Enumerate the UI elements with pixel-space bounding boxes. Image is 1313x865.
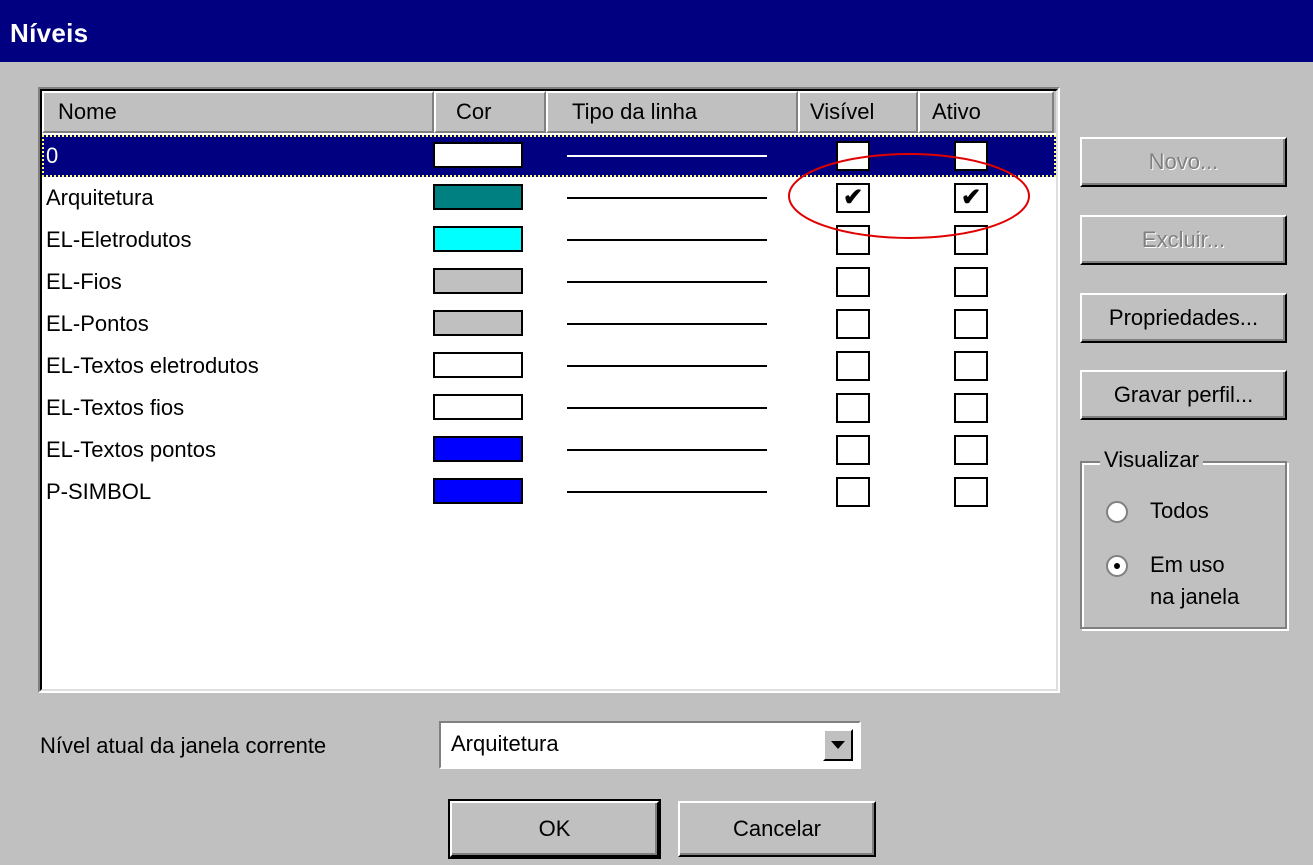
visible-checkbox[interactable]: [836, 351, 870, 381]
column-header-visible[interactable]: Visível: [798, 91, 918, 133]
active-checkbox[interactable]: [954, 435, 988, 465]
level-row[interactable]: EL-Textos pontos: [42, 429, 1056, 471]
level-row[interactable]: P-SIMBOL: [42, 471, 1056, 513]
dropdown-arrow-icon[interactable]: [823, 729, 853, 761]
level-linetype-sample[interactable]: [567, 197, 767, 199]
column-header-active[interactable]: Ativo: [918, 91, 1054, 133]
radio-todos[interactable]: [1106, 501, 1128, 523]
list-header: Nome Cor Tipo da linha Visível Ativo: [42, 91, 1056, 133]
level-color-swatch[interactable]: [433, 268, 523, 294]
window-title: Níveis: [10, 18, 89, 48]
level-name: EL-Textos fios: [46, 395, 185, 420]
level-linetype-sample[interactable]: [567, 491, 767, 493]
new-button[interactable]: Novo...: [1080, 137, 1287, 187]
save-profile-button[interactable]: Gravar perfil...: [1080, 370, 1287, 420]
visible-checkbox[interactable]: [836, 477, 870, 507]
column-header-name[interactable]: Nome: [42, 91, 434, 133]
visible-checkbox[interactable]: [836, 309, 870, 339]
properties-button[interactable]: Propriedades...: [1080, 293, 1287, 343]
level-linetype-sample[interactable]: [567, 407, 767, 409]
active-checkbox[interactable]: [954, 393, 988, 423]
view-group-legend: Visualizar: [1100, 447, 1203, 473]
level-name: EL-Textos pontos: [46, 437, 216, 462]
level-color-swatch[interactable]: [433, 436, 523, 462]
radio-em-uso-label-line1: Em uso: [1150, 552, 1225, 577]
radio-em-uso-label-line2: na janela: [1150, 584, 1240, 609]
level-linetype-sample[interactable]: [567, 365, 767, 367]
visible-checkbox[interactable]: [836, 267, 870, 297]
level-color-swatch[interactable]: [433, 310, 523, 336]
delete-button[interactable]: Excluir...: [1080, 215, 1287, 265]
level-name: Arquitetura: [46, 185, 154, 210]
column-header-linetype[interactable]: Tipo da linha: [546, 91, 798, 133]
active-checkbox[interactable]: [954, 351, 988, 381]
level-color-swatch[interactable]: [433, 478, 523, 504]
radio-todos-label: Todos: [1150, 498, 1209, 523]
level-name: 0: [46, 143, 59, 168]
active-checkbox[interactable]: [954, 309, 988, 339]
cancel-button[interactable]: Cancelar: [678, 801, 876, 857]
column-header-color[interactable]: Cor: [434, 91, 546, 133]
level-row[interactable]: EL-Fios: [42, 261, 1056, 303]
ok-button[interactable]: OK: [448, 799, 661, 859]
active-checkbox[interactable]: [954, 267, 988, 297]
level-row[interactable]: EL-Textos fios: [42, 387, 1056, 429]
level-color-swatch[interactable]: [433, 142, 523, 168]
level-linetype-sample[interactable]: [567, 155, 767, 157]
level-color-swatch[interactable]: [433, 226, 523, 252]
level-name: P-SIMBOL: [46, 479, 152, 504]
level-name: EL-Fios: [46, 269, 122, 294]
visible-checkbox[interactable]: [836, 435, 870, 465]
annotation-ellipse: [788, 153, 1030, 239]
active-checkbox[interactable]: [954, 477, 988, 507]
current-level-label: Nível atual da janela corrente: [40, 733, 327, 758]
level-name: EL-Eletrodutos: [46, 227, 192, 252]
level-color-swatch[interactable]: [433, 352, 523, 378]
level-name: EL-Textos eletrodutos: [46, 353, 259, 378]
current-level-value: Arquitetura: [451, 731, 559, 756]
level-row[interactable]: EL-Pontos: [42, 303, 1056, 345]
level-linetype-sample[interactable]: [567, 239, 767, 241]
level-linetype-sample[interactable]: [567, 281, 767, 283]
radio-em-uso[interactable]: [1106, 555, 1128, 577]
level-linetype-sample[interactable]: [567, 449, 767, 451]
view-group: Visualizar Todos Em uso na janela: [1080, 447, 1287, 629]
level-linetype-sample[interactable]: [567, 323, 767, 325]
level-color-swatch[interactable]: [433, 394, 523, 420]
title-bar: Níveis: [0, 0, 1313, 62]
level-color-swatch[interactable]: [433, 184, 523, 210]
level-name: EL-Pontos: [46, 311, 149, 336]
visible-checkbox[interactable]: [836, 393, 870, 423]
current-level-select[interactable]: Arquitetura: [439, 721, 861, 769]
level-row[interactable]: EL-Textos eletrodutos: [42, 345, 1056, 387]
